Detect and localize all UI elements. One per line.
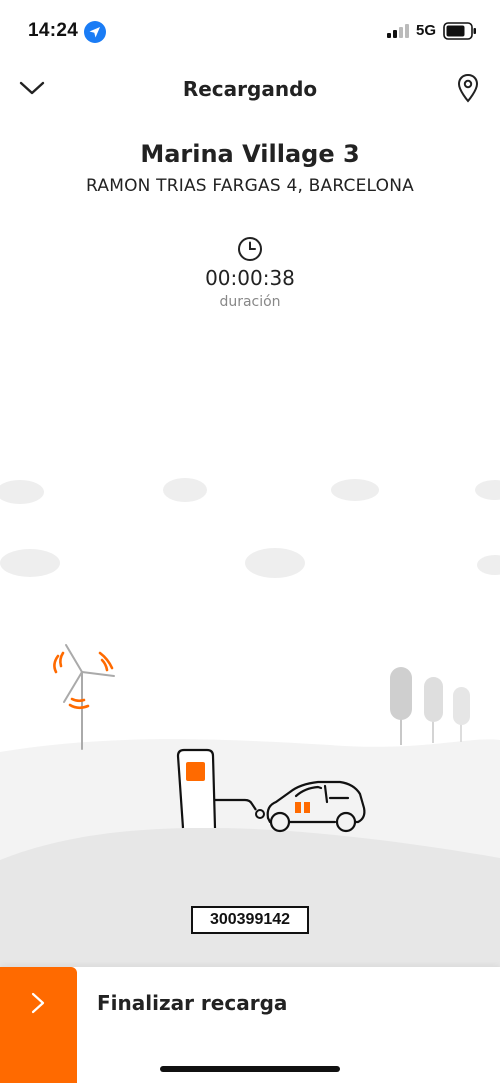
charging-illustration [0, 478, 500, 970]
tree-icon [390, 667, 470, 745]
location-arrow-icon [84, 21, 106, 43]
status-bar: 14:24 5G [0, 0, 500, 60]
page-title: Recargando [182, 77, 318, 101]
station-address: RAMON TRIAS FARGAS 4, BARCELONA [86, 176, 414, 196]
station-name: Marina Village 3 [140, 140, 360, 168]
status-time: 14:24 [28, 20, 79, 41]
wind-turbine-icon [53, 644, 115, 750]
map-pin-icon[interactable] [456, 73, 480, 103]
header: Recargando [0, 62, 500, 114]
charger-id-badge: 300399142 [191, 906, 309, 934]
finish-charge-label[interactable]: Finalizar recarga [97, 991, 287, 1015]
chevron-right-icon [31, 992, 45, 1014]
home-indicator [160, 1066, 340, 1072]
duration-value: 00:00:38 [205, 266, 295, 290]
signal-icon [387, 24, 409, 38]
duration-label: duración [219, 294, 281, 310]
network-label: 5G [416, 22, 437, 39]
battery-icon [443, 22, 476, 40]
cloud-icon [0, 478, 500, 578]
finish-charge-button[interactable] [0, 967, 77, 1083]
clock-icon [238, 237, 262, 261]
